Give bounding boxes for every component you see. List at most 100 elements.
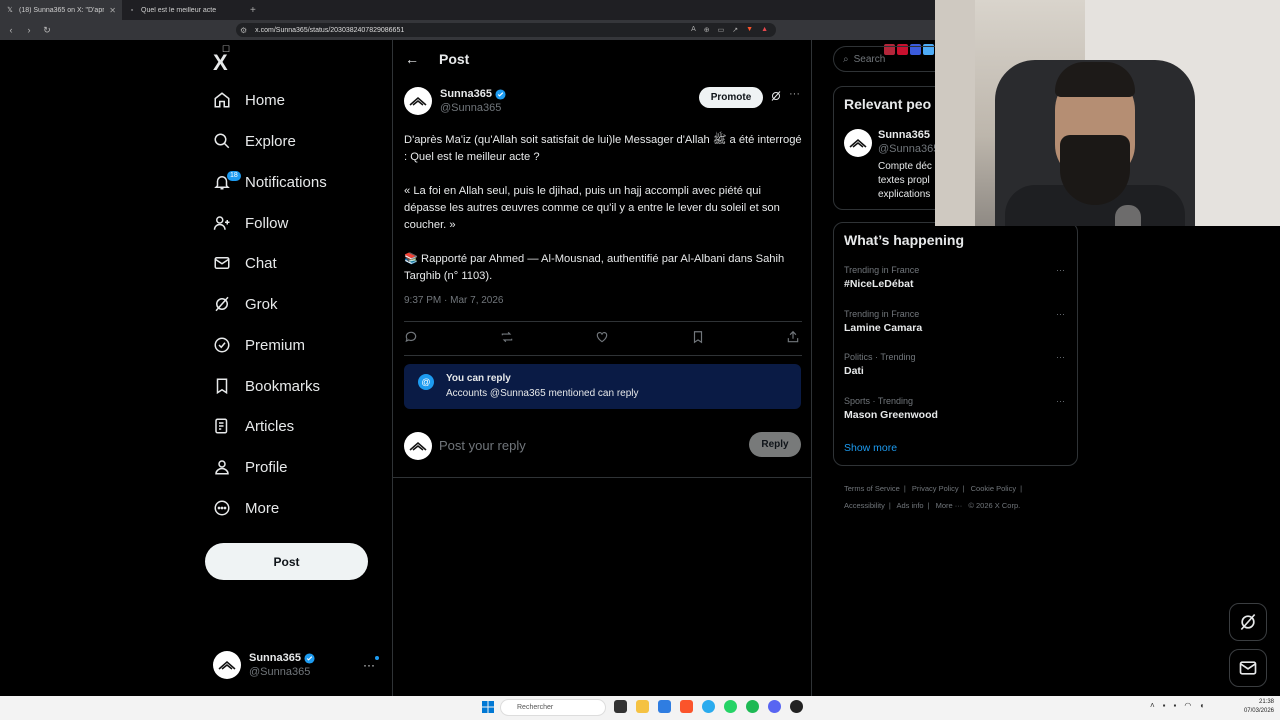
- address-bar[interactable]: ⚙ x.com/Sunna365/status/2030382407829086…: [236, 23, 776, 37]
- nav-item-grok[interactable]: Grok: [213, 289, 278, 319]
- taskbar-clock[interactable]: 21:38 07/03/2026: [1240, 698, 1274, 716]
- relevant-handle[interactable]: @Sunna365: [878, 143, 939, 155]
- trend-more-icon[interactable]: ···: [1056, 265, 1065, 275]
- reply-button[interactable]: Reply: [749, 432, 801, 457]
- nav-item-chat[interactable]: Chat: [213, 248, 277, 278]
- nav-item-notifications[interactable]: 18 Notifications: [213, 167, 327, 197]
- nav-item-explore[interactable]: Explore: [213, 126, 296, 156]
- wifi-icon[interactable]: ◠: [1184, 701, 1191, 710]
- trend-item[interactable]: Trending in France #NiceLeDébat ···: [844, 265, 1069, 295]
- discord-icon[interactable]: [768, 700, 781, 713]
- footer-link[interactable]: Terms of Service: [844, 484, 900, 493]
- webcam-microphone: [1115, 205, 1141, 226]
- nav-label: More: [245, 499, 280, 517]
- tray-icon[interactable]: ▪: [1163, 701, 1166, 710]
- cast-icon[interactable]: ▭: [718, 26, 725, 34]
- trend-item[interactable]: Trending in France Lamine Camara ···: [844, 309, 1069, 339]
- footer-link[interactable]: Cookie Policy: [971, 484, 1016, 493]
- volume-icon[interactable]: ◖: [1199, 701, 1204, 710]
- translate-icon[interactable]: A: [691, 26, 696, 34]
- system-tray: ˄ ▪ ▪ ◠ ◖: [1150, 701, 1204, 710]
- site-info-icon[interactable]: ⚙: [240, 26, 247, 35]
- like-icon[interactable]: [595, 330, 611, 346]
- share-icon[interactable]: [786, 330, 802, 346]
- avatar[interactable]: [844, 129, 872, 157]
- mail-icon: [1239, 661, 1257, 675]
- nav-item-profile[interactable]: Profile: [213, 452, 288, 482]
- rewards-icon[interactable]: ▲: [761, 26, 768, 34]
- relevant-name[interactable]: Sunna365: [878, 129, 930, 141]
- os-taskbar: Rechercher ˄ ▪ ▪ ◠ ◖ 21:38 07/03/2026: [0, 696, 1280, 720]
- avatar[interactable]: [404, 87, 432, 115]
- author-handle[interactable]: @Sunna365: [440, 101, 506, 115]
- new-tab-button[interactable]: +: [250, 5, 256, 16]
- grok-icon[interactable]: [770, 90, 782, 102]
- address-tools: A ⊕ ▭ ↗ ▼ ▲: [691, 26, 768, 34]
- author-name[interactable]: Sunna365: [440, 87, 492, 101]
- task-view-icon[interactable]: [614, 700, 627, 713]
- brave-shield-icon[interactable]: ▼: [746, 26, 753, 34]
- brave-browser-icon[interactable]: [680, 700, 693, 713]
- nav-item-home[interactable]: Home: [213, 85, 285, 115]
- windows-start-icon[interactable]: [482, 701, 494, 713]
- bookmark-icon[interactable]: [691, 330, 707, 346]
- forward-icon[interactable]: ›: [22, 25, 36, 35]
- messages-float-button[interactable]: [1229, 649, 1267, 687]
- post-more-icon[interactable]: ···: [789, 88, 800, 100]
- trend-more-icon[interactable]: ···: [1056, 396, 1065, 406]
- account-switcher[interactable]: Sunna365 @Sunna365 ···: [213, 650, 383, 680]
- trend-more-icon[interactable]: ···: [1056, 309, 1065, 319]
- back-arrow-icon[interactable]: ←: [405, 51, 419, 67]
- trend-context: Sports · Trending: [844, 396, 914, 406]
- footer-link[interactable]: Ads info: [896, 501, 923, 510]
- tray-icon[interactable]: ▪: [1174, 701, 1177, 710]
- reply-icon[interactable]: [404, 330, 420, 346]
- trend-more-icon[interactable]: ···: [1056, 352, 1065, 362]
- verified-badge-icon: [304, 652, 315, 664]
- reply-restriction-notice: @ You can reply Accounts @Sunna365 menti…: [404, 364, 801, 409]
- grok-float-button[interactable]: [1229, 603, 1267, 641]
- panel-title: What’s happening: [844, 232, 965, 248]
- spotify-icon[interactable]: [746, 700, 759, 713]
- post-button[interactable]: Post: [205, 543, 368, 580]
- premium-icon: [213, 336, 231, 354]
- browser-tab-second[interactable]: ▫ Quel est le meilleur acte: [122, 0, 244, 20]
- obs-icon[interactable]: [790, 700, 803, 713]
- repost-icon[interactable]: [500, 330, 516, 346]
- x-logo[interactable]: X: [213, 50, 228, 76]
- promote-button[interactable]: Promote: [699, 87, 763, 108]
- chevron-up-icon[interactable]: ˄: [1150, 701, 1155, 710]
- nav-item-articles[interactable]: Articles: [213, 411, 294, 441]
- copyright: © 2026 X Corp.: [968, 501, 1021, 510]
- footer-link[interactable]: Accessibility: [844, 501, 885, 510]
- nav-item-follow[interactable]: Follow: [213, 208, 288, 238]
- browser-tab-x[interactable]: 𝕏 (18) Sunna365 on X: "D'après Ma ✕: [0, 0, 122, 20]
- back-icon[interactable]: ‹: [4, 25, 18, 35]
- zoom-icon[interactable]: ⊕: [704, 26, 710, 34]
- share-icon[interactable]: ↗: [732, 26, 738, 34]
- footer-link[interactable]: Privacy Policy: [912, 484, 959, 493]
- nav-item-bookmarks[interactable]: Bookmarks: [213, 371, 320, 401]
- verified-badge-icon: [495, 88, 506, 100]
- telegram-icon[interactable]: [702, 700, 715, 713]
- footer-link[interactable]: More ···: [936, 501, 963, 510]
- file-explorer-icon[interactable]: [636, 700, 649, 713]
- nav-item-more[interactable]: More: [213, 493, 279, 523]
- post-timestamp[interactable]: 9:37 PM · Mar 7, 2026: [404, 295, 504, 306]
- trend-item[interactable]: Politics · Trending Dati ···: [844, 352, 1069, 382]
- trend-context: Trending in France: [844, 309, 920, 319]
- panel-title: Relevant peo: [844, 96, 932, 112]
- taskbar-search[interactable]: Rechercher: [500, 699, 606, 716]
- app-icon[interactable]: [658, 700, 671, 713]
- close-tab-icon[interactable]: ✕: [109, 6, 116, 15]
- bookmark-icon: [213, 377, 231, 395]
- clock-time: 21:38: [1258, 699, 1274, 705]
- nav-item-premium[interactable]: Premium: [213, 330, 305, 360]
- whatsapp-icon[interactable]: [724, 700, 737, 713]
- search-icon: ⌕: [843, 53, 849, 65]
- show-more-link[interactable]: Show more: [844, 442, 897, 454]
- trend-item[interactable]: Sports · Trending Mason Greenwood ···: [844, 396, 1069, 426]
- account-more-icon[interactable]: ···: [363, 658, 375, 672]
- reload-icon[interactable]: ↻: [40, 25, 54, 36]
- reply-input[interactable]: Post your reply: [439, 438, 526, 453]
